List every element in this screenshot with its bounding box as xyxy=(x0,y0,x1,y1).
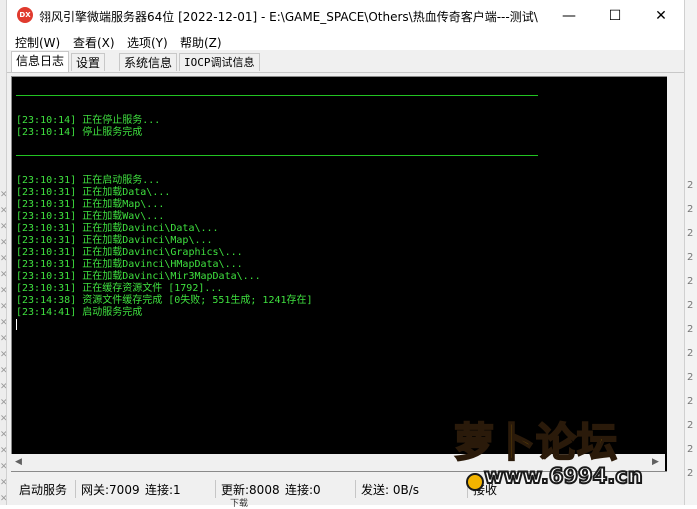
log-line: [23:10:31] 正在加载Davinci\Mir3MapData\... xyxy=(16,271,261,282)
background-window-right: 2 2 2 2 2 2 2 2 2 2 2 2 2 xyxy=(685,0,697,505)
log-line: [23:10:31] 正在加载Data\... xyxy=(16,187,171,198)
watermark-title: 萝卜论坛 xyxy=(453,419,618,467)
background-text-fragment: 2 xyxy=(687,228,694,239)
close-button[interactable]: ✕ xyxy=(638,0,684,32)
log-separator xyxy=(16,155,538,156)
log-separator xyxy=(16,95,538,96)
app-icon[interactable]: DX xyxy=(17,7,33,23)
background-text-fragment: 2 xyxy=(687,468,694,479)
tab-iocp-debug[interactable]: IOCP调试信息 xyxy=(179,53,260,71)
status-send-rate: 发送: 0B/s xyxy=(361,483,420,497)
log-line: [23:10:31] 正在加载Map\... xyxy=(16,199,165,210)
log-line: [23:10:14] 正在停止服务... xyxy=(16,115,161,126)
menu-control[interactable]: 控制(W) xyxy=(15,34,60,51)
background-text-fragment: 2 xyxy=(687,324,694,335)
log-line: [23:14:38] 资源文件缓存完成 [0失败; 551生成; 1241存在] xyxy=(16,295,313,306)
log-line: [23:10:14] 停止服务完成 xyxy=(16,127,143,138)
log-line: [23:10:31] 正在加载Davinci\Map\... xyxy=(16,235,213,246)
status-divider xyxy=(215,480,216,498)
background-text-fragment: 2 xyxy=(687,396,694,407)
status-divider xyxy=(355,480,356,498)
tab-settings[interactable]: 设置 xyxy=(71,53,106,71)
log-line: [23:10:31] 正在加载Davinci\Graphics\... xyxy=(16,247,243,258)
log-line: [23:14:41] 启动服务完成 xyxy=(16,307,143,318)
log-line: [23:10:31] 正在缓存资源文件 [1792]... xyxy=(16,283,223,294)
status-divider xyxy=(75,480,76,498)
background-text-fragment: 2 xyxy=(687,348,694,359)
background-text-fragment: 2 xyxy=(687,276,694,287)
background-text-fragment: 2 xyxy=(687,180,694,191)
background-text-fragment: 2 xyxy=(687,420,694,431)
log-line: [23:10:31] 正在加载Davinci\Data\... xyxy=(16,223,219,234)
status-gateway-connections: 连接:1 xyxy=(145,483,181,497)
log-line: [23:10:31] 正在启动服务... xyxy=(16,175,161,186)
watermark-badge-icon xyxy=(466,473,484,491)
tab-strip: 信息日志 设置 系统信息 IOCP调试信息 xyxy=(7,50,684,73)
tab-system-info[interactable]: 系统信息 xyxy=(119,53,178,71)
background-text-fragment: 2 xyxy=(687,444,694,455)
text-cursor xyxy=(16,319,17,330)
menu-help[interactable]: 帮助(Z) xyxy=(180,34,222,51)
status-update-connections: 连接:0 xyxy=(285,483,321,497)
background-text-fragment: 2 xyxy=(687,372,694,383)
title-bar[interactable]: DX 翎风引擎微端服务器64位 [2022-12-01] - E:\GAME_S… xyxy=(7,0,684,32)
log-line: [23:10:31] 正在加载Wav\... xyxy=(16,211,165,222)
menu-options[interactable]: 选项(Y) xyxy=(127,34,168,51)
minimize-button[interactable]: — xyxy=(546,0,592,32)
window-title: 翎风引擎微端服务器64位 [2022-12-01] - E:\GAME_SPAC… xyxy=(39,10,538,24)
watermark-url: www.6994.cn xyxy=(483,463,644,489)
status-service-state: 启动服务 xyxy=(19,483,68,497)
log-line: [23:10:31] 正在加载Davinci\HMapData\... xyxy=(16,259,243,270)
status-gateway-port: 网关:7009 xyxy=(81,483,140,497)
background-download-label: 下载 xyxy=(230,499,249,509)
tab-info-log[interactable]: 信息日志 xyxy=(11,51,70,72)
scroll-left-arrow-icon[interactable]: ◀ xyxy=(15,457,22,467)
background-text-fragment: 2 xyxy=(687,252,694,263)
menu-bar: 控制(W) 查看(X) 选项(Y) 帮助(Z) xyxy=(7,32,684,50)
background-text-fragment: 2 xyxy=(687,204,694,215)
menu-view[interactable]: 查看(X) xyxy=(73,34,115,51)
maximize-button[interactable]: ☐ xyxy=(592,0,638,32)
forum-watermark-logo: 萝卜论坛 www.6994.cn xyxy=(450,410,682,502)
background-text-fragment: 2 xyxy=(687,300,694,311)
